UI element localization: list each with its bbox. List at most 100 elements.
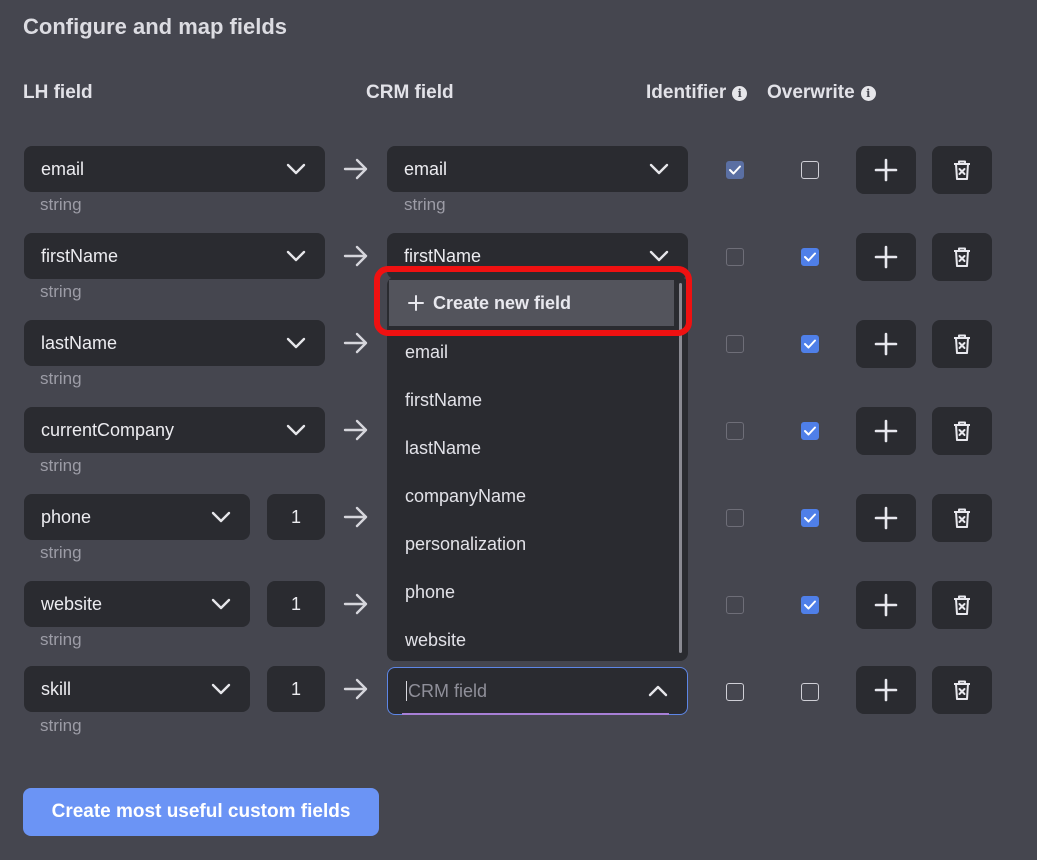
lh-field-select[interactable]: website <box>24 581 250 627</box>
add-row-button[interactable] <box>856 666 916 714</box>
crm-field-type: string <box>404 195 446 214</box>
plus-icon <box>874 245 898 269</box>
overwrite-checkbox[interactable] <box>801 596 819 614</box>
arrow-right-icon <box>343 332 368 354</box>
trash-icon <box>954 680 970 700</box>
dropdown-option[interactable]: personalization <box>405 534 526 555</box>
plus-icon <box>874 593 898 617</box>
info-icon[interactable]: i <box>732 85 748 101</box>
crm-field-input[interactable]: CRM field <box>387 667 688 715</box>
crm-field-placeholder: CRM field <box>408 680 488 701</box>
delete-row-button[interactable] <box>932 233 992 281</box>
delete-row-button[interactable] <box>932 494 992 542</box>
lh-field-value: lastName <box>41 332 118 353</box>
lh-field-select[interactable]: phone <box>24 494 250 540</box>
add-row-button[interactable] <box>856 407 916 455</box>
chevron-down-icon[interactable] <box>648 245 670 267</box>
arrow-right-icon <box>343 245 368 267</box>
delete-row-button[interactable] <box>932 407 992 455</box>
dropdown-scrollbar[interactable] <box>679 283 682 653</box>
page-title: Configure and map fields <box>23 14 288 39</box>
trash-icon <box>954 160 970 180</box>
crm-field-select[interactable]: email <box>387 146 688 192</box>
add-row-button[interactable] <box>856 146 916 194</box>
arrow-right-icon <box>343 506 368 528</box>
header-crm-field-label: CRM field <box>366 82 454 103</box>
crm-field-value: firstName <box>404 245 482 266</box>
dropdown-option[interactable]: companyName <box>405 486 526 507</box>
lh-field-type: string <box>40 282 82 301</box>
plus-icon <box>874 678 898 702</box>
input-focus-underline <box>402 713 669 715</box>
arrow-right-icon <box>343 593 368 615</box>
lh-field-value: skill <box>41 678 71 699</box>
info-icon[interactable]: i <box>860 85 876 101</box>
chevron-down-icon[interactable] <box>285 158 307 180</box>
identifier-checkbox[interactable] <box>726 161 744 179</box>
overwrite-checkbox[interactable] <box>801 683 819 701</box>
header-lh-field-label: LH field <box>23 82 93 103</box>
overwrite-checkbox[interactable] <box>801 422 819 440</box>
trash-icon <box>954 421 970 441</box>
identifier-checkbox[interactable] <box>726 683 744 701</box>
lh-field-select[interactable]: email <box>24 146 325 192</box>
index-input[interactable]: 1 <box>267 666 325 712</box>
chevron-down-icon[interactable] <box>285 419 307 441</box>
dropdown-option[interactable]: email <box>405 342 448 363</box>
chevron-down-icon[interactable] <box>285 245 307 267</box>
lh-field-select[interactable]: skill <box>24 666 250 712</box>
overwrite-checkbox[interactable] <box>801 248 819 266</box>
chevron-down-icon[interactable] <box>210 678 232 700</box>
delete-row-button[interactable] <box>932 146 992 194</box>
header-overwrite-label: Overwrite <box>767 82 855 103</box>
chevron-up-icon[interactable] <box>647 680 669 702</box>
text-cursor <box>406 681 407 701</box>
overwrite-checkbox[interactable] <box>801 161 819 179</box>
identifier-checkbox[interactable] <box>726 422 744 440</box>
index-input[interactable]: 1 <box>267 581 325 627</box>
index-value: 1 <box>290 678 301 699</box>
lh-field-type: string <box>40 543 82 562</box>
header-lh-field: LH field <box>23 82 93 104</box>
identifier-checkbox[interactable] <box>726 596 744 614</box>
delete-row-button[interactable] <box>932 320 992 368</box>
plus-icon <box>874 158 898 182</box>
lh-field-select[interactable]: currentCompany <box>24 407 325 453</box>
trash-icon <box>954 508 970 528</box>
create-custom-fields-button[interactable]: Create most useful custom fields <box>23 788 379 836</box>
identifier-checkbox[interactable] <box>726 248 744 266</box>
lh-field-type: string <box>40 195 82 214</box>
chevron-down-icon[interactable] <box>210 593 232 615</box>
overwrite-checkbox[interactable] <box>801 509 819 527</box>
identifier-checkbox[interactable] <box>726 509 744 527</box>
lh-field-select[interactable]: firstName <box>24 233 325 279</box>
trash-icon <box>954 247 970 267</box>
overwrite-checkbox[interactable] <box>801 335 819 353</box>
dropdown-option[interactable]: phone <box>405 582 455 603</box>
arrow-right-icon <box>343 158 368 180</box>
lh-field-value: currentCompany <box>41 419 175 440</box>
identifier-checkbox[interactable] <box>726 335 744 353</box>
delete-row-button[interactable] <box>932 581 992 629</box>
add-row-button[interactable] <box>856 494 916 542</box>
dropdown-option[interactable]: firstName <box>405 390 482 411</box>
dropdown-option[interactable]: lastName <box>405 438 481 459</box>
header-crm-field: CRM field <box>366 82 454 104</box>
delete-row-button[interactable] <box>932 666 992 714</box>
chevron-down-icon[interactable] <box>285 332 307 354</box>
chevron-down-icon[interactable] <box>210 506 232 528</box>
highlight-annotation <box>374 266 692 336</box>
add-row-button[interactable] <box>856 233 916 281</box>
dropdown-option[interactable]: website <box>405 630 466 651</box>
plus-icon <box>874 419 898 443</box>
add-row-button[interactable] <box>856 320 916 368</box>
trash-icon <box>954 334 970 354</box>
lh-field-select[interactable]: lastName <box>24 320 325 366</box>
index-input[interactable]: 1 <box>267 494 325 540</box>
arrow-right-icon <box>343 419 368 441</box>
chevron-down-icon[interactable] <box>648 158 670 180</box>
lh-field-value: phone <box>41 506 92 527</box>
index-value: 1 <box>290 506 301 527</box>
lh-field-value: email <box>41 158 85 179</box>
add-row-button[interactable] <box>856 581 916 629</box>
